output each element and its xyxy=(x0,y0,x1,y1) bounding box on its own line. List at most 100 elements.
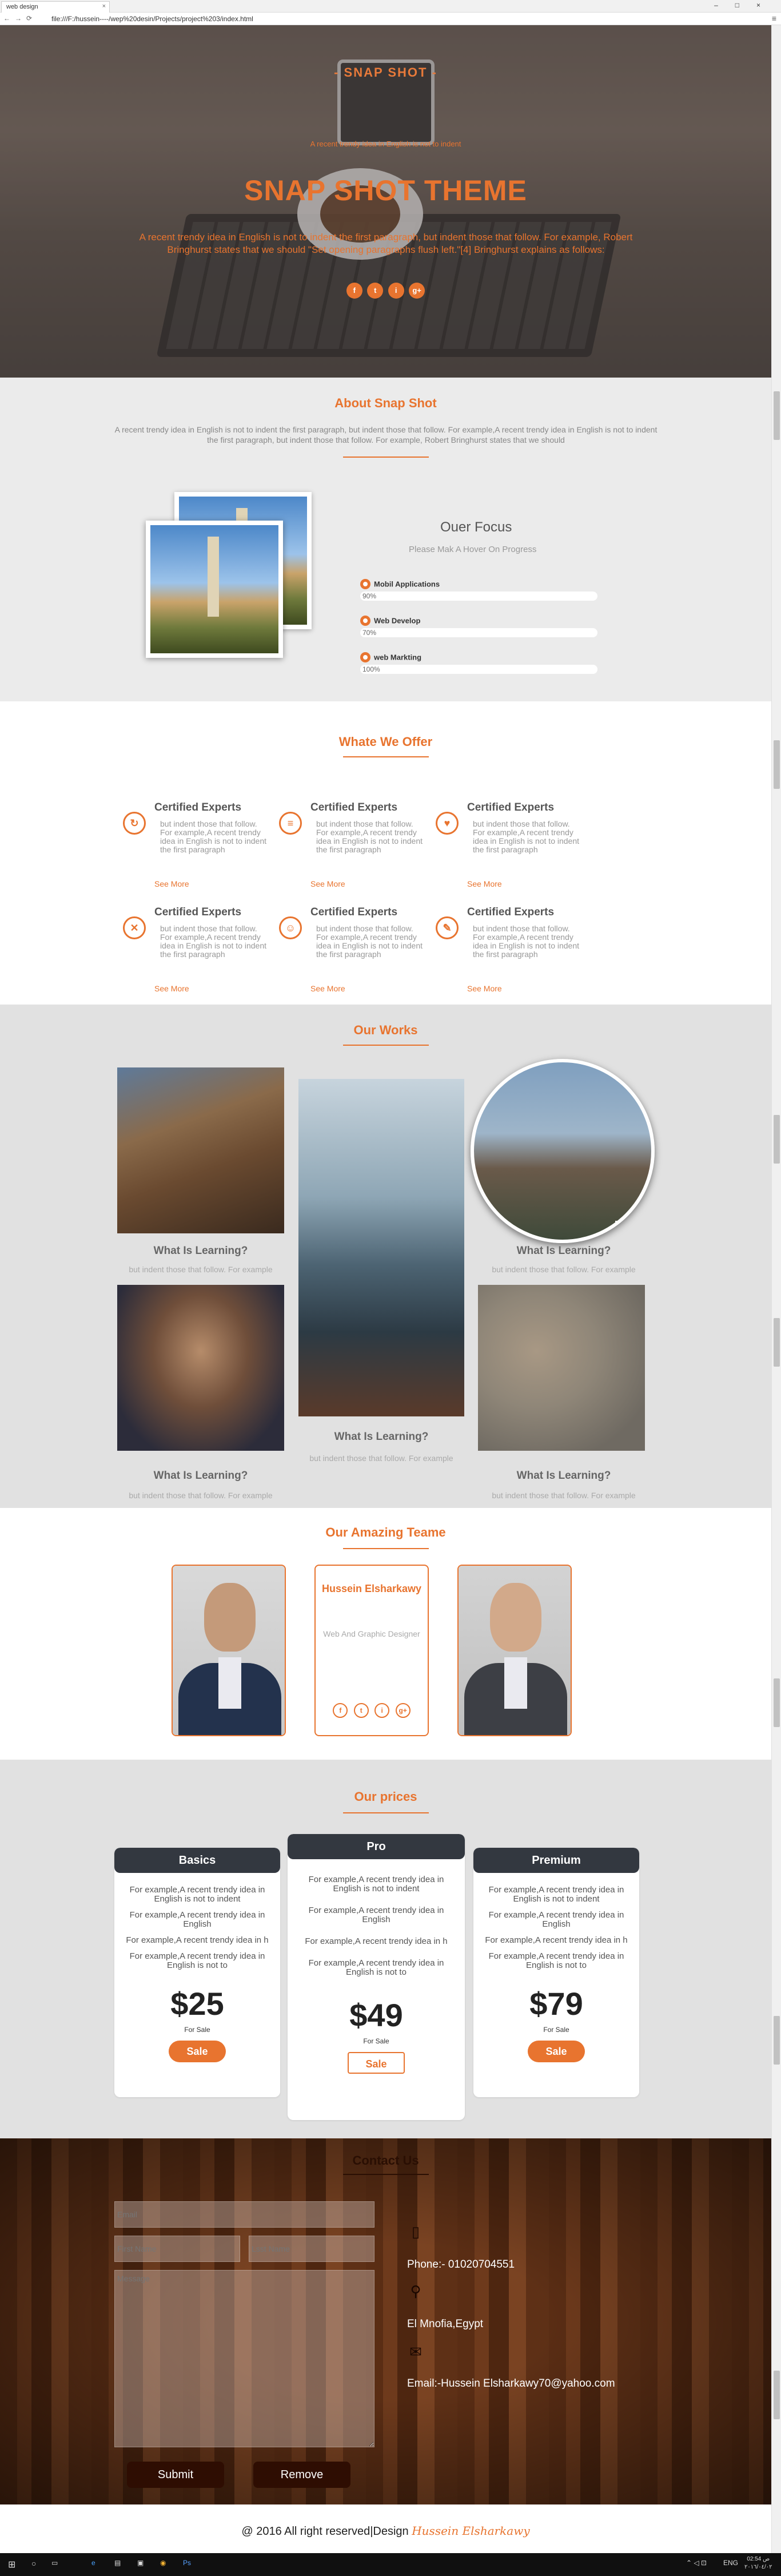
plan-name: Basics xyxy=(114,1848,280,1873)
team-card[interactable] xyxy=(457,1565,572,1736)
service-text: but indent those that follow. For exampl… xyxy=(316,924,423,959)
see-more-link[interactable]: See More xyxy=(154,879,189,888)
email-field[interactable] xyxy=(114,2201,374,2228)
works-title: Our Works xyxy=(353,1023,418,1037)
scrollbar-thumb[interactable] xyxy=(774,391,780,440)
scrollbar[interactable] xyxy=(771,25,781,2553)
browser-tab[interactable]: web design × xyxy=(1,1,110,13)
code-icon xyxy=(360,616,370,626)
service-title: Certified Experts xyxy=(310,801,398,813)
sale-button[interactable]: Sale xyxy=(348,2052,405,2074)
tray-icons[interactable]: ⌃ ◁ ⊡ xyxy=(686,2559,707,2567)
edge-icon[interactable]: e xyxy=(91,2559,95,2567)
see-more-link[interactable]: See More xyxy=(310,879,345,888)
task-view-icon[interactable]: ▭ xyxy=(51,2559,58,2567)
plan-feature: For example,A recent trendy idea in Engl… xyxy=(488,1885,624,1904)
clock[interactable]: 02:54 ص ٢٠١٦/٠٤/٠٢ xyxy=(744,2555,772,2571)
address-bar: ←→⟳ file:///F:/hussein----/wep%20desin/P… xyxy=(0,13,781,25)
scrollbar-thumb[interactable] xyxy=(774,1678,780,1727)
team-photo xyxy=(173,1566,285,1735)
page: - SNAP SHOT - A recent trendy idea in En… xyxy=(0,25,771,2553)
work-subtitle: but indent those that follow. For exampl… xyxy=(492,1491,636,1500)
scrollbar-thumb[interactable] xyxy=(774,2371,780,2419)
work-image[interactable] xyxy=(478,1285,645,1451)
chrome-icon[interactable]: ◉ xyxy=(160,2559,166,2567)
scrollbar-thumb[interactable] xyxy=(774,1115,780,1164)
sale-button[interactable]: Sale xyxy=(528,2041,585,2062)
plan-feature: For example,A recent trendy idea in h xyxy=(305,1936,448,1946)
work-image[interactable] xyxy=(117,1067,284,1233)
facebook-icon[interactable]: f xyxy=(346,283,362,299)
team-title: Our Amazing Teame xyxy=(325,1525,446,1539)
google-plus-icon[interactable]: g+ xyxy=(409,283,425,299)
message-field[interactable] xyxy=(114,2270,374,2447)
scrollbar-thumb[interactable] xyxy=(774,2016,780,2065)
team-member-name: Hussein Elsharkawy xyxy=(321,1583,422,1594)
close-tab-icon[interactable]: × xyxy=(102,3,106,10)
work-caption: What Is Learning? xyxy=(334,1431,429,1443)
contact-title: Contact Us xyxy=(352,2153,419,2168)
twitter-icon[interactable]: t xyxy=(367,283,384,299)
scrollbar-thumb[interactable] xyxy=(774,1318,780,1367)
skill-web-develop[interactable]: Web Develop 70% xyxy=(360,616,600,638)
search-icon[interactable]: ○ xyxy=(31,2559,36,2568)
see-more-link[interactable]: See More xyxy=(310,984,345,993)
team-member-role: Web And Graphic Designer xyxy=(323,1629,420,1638)
store-icon[interactable]: ▣ xyxy=(137,2559,144,2567)
plan-premium: Premium For example,A recent trendy idea… xyxy=(473,1848,639,2097)
window-controls[interactable]: –□× xyxy=(714,1,778,9)
instagram-icon[interactable]: i xyxy=(388,283,404,299)
remove-button[interactable]: Remove xyxy=(253,2462,350,2488)
google-plus-icon[interactable]: g+ xyxy=(395,1703,411,1718)
users-icon: ☺ xyxy=(279,916,302,939)
offer-section: Whate We Offer ↻ Certified Experts but i… xyxy=(0,701,771,1005)
first-name-field[interactable] xyxy=(114,2236,240,2262)
divider xyxy=(343,1045,429,1046)
prices-section: Our prices Basics For example,A recent t… xyxy=(0,1760,771,2138)
site-logo[interactable]: - SNAP SHOT - xyxy=(0,65,771,80)
language-indicator[interactable]: ENG xyxy=(723,2559,738,2567)
nav-buttons[interactable]: ←→⟳ xyxy=(3,14,37,22)
photo-badge: photo xyxy=(615,1221,634,1228)
work-subtitle: but indent those that follow. For exampl… xyxy=(129,1265,273,1274)
url-field[interactable]: file:///F:/hussein----/wep%20desin/Proje… xyxy=(51,15,253,23)
footer-text: @ 2016 All right reserved|Design Hussein… xyxy=(0,2524,771,2538)
scrollbar-thumb[interactable] xyxy=(774,740,780,789)
work-image-hover[interactable]: photo xyxy=(471,1059,655,1243)
work-image[interactable] xyxy=(298,1079,464,1416)
service-text: but indent those that follow. For exampl… xyxy=(473,924,580,959)
plan-name: Pro xyxy=(288,1834,465,1859)
sale-button[interactable]: Sale xyxy=(169,2041,226,2062)
skill-label: web Markting xyxy=(374,653,422,662)
work-image[interactable] xyxy=(117,1285,284,1451)
twitter-icon[interactable]: t xyxy=(353,1703,369,1718)
photoshop-icon[interactable]: Ps xyxy=(183,2559,191,2567)
start-icon[interactable]: ⊞ xyxy=(8,2559,15,2570)
phone-icon: ▯ xyxy=(411,2223,420,2240)
service-text: but indent those that follow. For exampl… xyxy=(160,924,267,959)
skill-mobile[interactable]: Mobil Applications 90% xyxy=(360,579,600,601)
focus-subtitle: Please Mak A Hover On Progress xyxy=(409,545,537,554)
see-more-link[interactable]: See More xyxy=(467,984,502,993)
last-name-field[interactable] xyxy=(249,2236,374,2262)
tab-title: web design xyxy=(6,3,38,10)
about-text: A recent trendy idea in English is not t… xyxy=(114,425,658,444)
submit-button[interactable]: Submit xyxy=(127,2462,224,2488)
file-explorer-icon[interactable]: ▤ xyxy=(114,2559,121,2567)
hero-tagline: A recent trendy idea in English is not t… xyxy=(310,140,461,148)
service-title: Certified Experts xyxy=(310,906,398,918)
see-more-link[interactable]: See More xyxy=(154,984,189,993)
facebook-icon[interactable]: f xyxy=(333,1703,348,1718)
instagram-icon[interactable]: i xyxy=(374,1703,390,1718)
progress-value: 90% xyxy=(362,592,377,601)
offer-title: Whate We Offer xyxy=(338,735,433,749)
skill-web-marketing[interactable]: web Markting 100% xyxy=(360,652,600,674)
plan-sale-label: For Sale xyxy=(543,2026,569,2034)
team-card-info[interactable]: Hussein Elsharkawy Web And Graphic Desig… xyxy=(314,1565,429,1736)
service-text: but indent those that follow. For exampl… xyxy=(473,819,580,854)
about-photo-front xyxy=(146,521,283,658)
browser-menu-icon[interactable]: ≡ xyxy=(772,14,776,23)
plan-price: $49 xyxy=(349,1997,403,2033)
team-card[interactable] xyxy=(172,1565,286,1736)
see-more-link[interactable]: See More xyxy=(467,879,502,888)
